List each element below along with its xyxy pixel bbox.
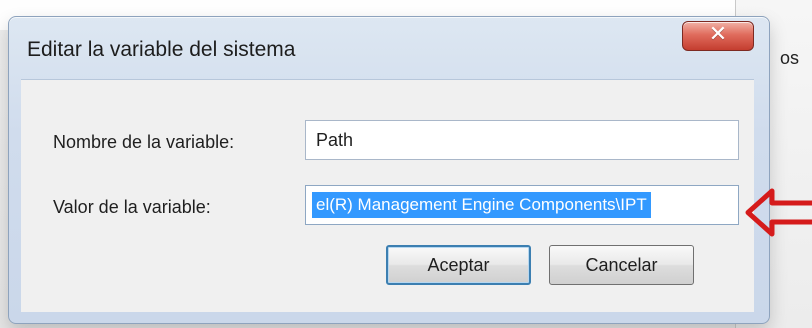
variable-value-selected-text: el(R) Management Engine Components\IPT <box>312 192 651 218</box>
variable-value-row: Valor de la variable: el(R) Management E… <box>21 185 754 229</box>
variable-name-input[interactable] <box>305 120 739 160</box>
variable-value-input[interactable]: el(R) Management Engine Components\IPT <box>305 185 739 225</box>
variable-name-row: Nombre de la variable: <box>21 120 754 164</box>
dialog-content: Nombre de la variable: Valor de la varia… <box>21 79 754 312</box>
variable-name-label: Nombre de la variable: <box>53 132 235 152</box>
dialog-title: Editar la variable del sistema <box>27 38 296 61</box>
variable-value-label: Valor de la variable: <box>53 197 211 217</box>
close-icon: ✕ <box>708 21 728 47</box>
edit-system-variable-dialog: Editar la variable del sistema ✕ Nombre … <box>8 16 770 324</box>
accept-button[interactable]: Aceptar <box>386 245 531 285</box>
screen: os Editar la variable del sistema ✕ Nomb… <box>0 0 812 328</box>
close-button[interactable]: ✕ <box>682 21 754 51</box>
background-text: os <box>780 48 800 68</box>
cancel-button[interactable]: Cancelar <box>549 245 694 285</box>
dialog-titlebar: Editar la variable del sistema ✕ <box>9 17 769 75</box>
